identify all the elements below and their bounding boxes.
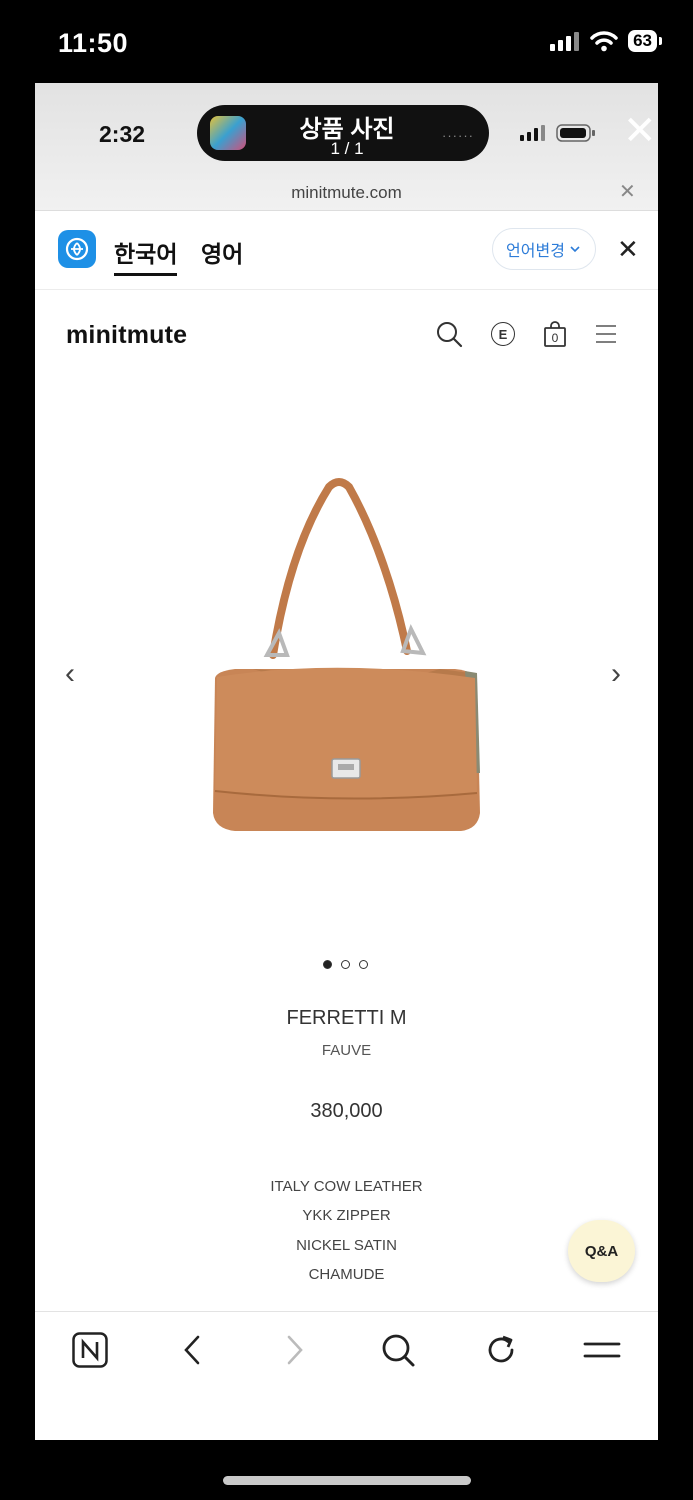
tab-korean[interactable]: 한국어 <box>114 235 177 269</box>
carousel-dot[interactable] <box>341 960 350 969</box>
divider <box>35 210 658 211</box>
tab-english[interactable]: 영어 <box>201 235 243 269</box>
change-language-button[interactable]: 언어변경 <box>492 228 596 270</box>
product-detail: ITALY COW LEATHER <box>270 1178 423 1195</box>
browser-toolbar <box>35 1311 658 1392</box>
status-time: 11:50 <box>58 28 129 58</box>
menu-icon[interactable] <box>595 324 617 344</box>
cellular-signal-icon <box>550 32 580 51</box>
url-close-icon[interactable]: ✕ <box>619 179 636 204</box>
browser-search-icon[interactable] <box>380 1332 416 1368</box>
currency-icon[interactable]: E <box>491 322 515 346</box>
carousel-dot[interactable] <box>323 960 332 969</box>
browser-menu-icon[interactable] <box>583 1338 621 1362</box>
cart-icon[interactable]: 0 <box>543 321 567 347</box>
tab-active-indicator <box>114 273 177 276</box>
qa-button[interactable]: Q&A <box>568 1220 635 1282</box>
product-price: 380,000 <box>310 1100 383 1122</box>
change-language-label: 언어변경 <box>506 243 565 260</box>
carousel-dots <box>323 960 368 969</box>
viewer-title-pill: 상품 사진 1 / 1 ······ <box>197 105 489 161</box>
photo-viewer-panel: 2:32 상품 사진 1 / 1 ······ ✕ minitmute.com … <box>35 83 658 1440</box>
back-icon[interactable] <box>180 1334 204 1366</box>
forward-icon[interactable] <box>283 1334 307 1366</box>
cart-count: 0 <box>551 331 559 345</box>
refresh-icon[interactable] <box>483 1332 519 1368</box>
product-image[interactable] <box>195 473 495 843</box>
naver-home-icon[interactable] <box>72 1332 108 1368</box>
currency-label: E <box>498 326 508 342</box>
divider <box>35 289 658 290</box>
carousel-prev-icon[interactable]: ‹ <box>65 657 75 691</box>
translate-close-icon[interactable]: ✕ <box>617 234 639 265</box>
more-icon[interactable]: ······ <box>442 128 474 143</box>
status-icons: 63 <box>550 30 662 52</box>
inner-battery-icon <box>556 124 595 142</box>
site-header-icons: E 0 <box>435 320 617 348</box>
translate-app-icon <box>58 230 96 268</box>
chevron-down-icon <box>570 246 580 253</box>
inner-status-icons <box>520 123 596 143</box>
carousel-next-icon[interactable]: › <box>611 657 621 691</box>
home-indicator[interactable] <box>223 1476 471 1485</box>
carousel-dot[interactable] <box>359 960 368 969</box>
product-color: FAUVE <box>321 1042 372 1059</box>
wifi-icon <box>590 31 618 52</box>
inner-status-time: 2:32 <box>99 121 146 147</box>
search-icon[interactable] <box>435 320 463 348</box>
inner-signal-icon <box>520 125 545 141</box>
product-name: FERRETTI M <box>286 1007 407 1029</box>
viewer-close-icon[interactable]: ✕ <box>623 111 657 151</box>
url-display[interactable]: minitmute.com <box>35 183 658 203</box>
battery-icon: 63 <box>628 30 662 52</box>
product-detail: YKK ZIPPER <box>302 1207 391 1224</box>
product-detail: CHAMUDE <box>308 1266 385 1283</box>
product-detail: NICKEL SATIN <box>296 1237 397 1254</box>
site-logo[interactable]: minitmute <box>66 321 187 350</box>
